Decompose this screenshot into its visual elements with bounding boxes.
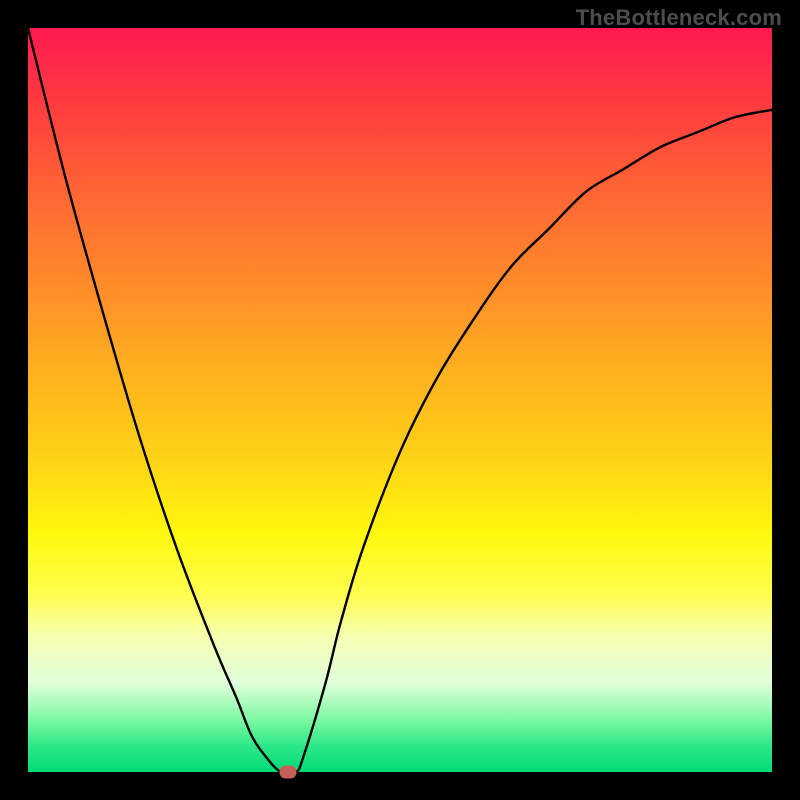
chart-frame: TheBottleneck.com [0, 0, 800, 800]
bottleneck-curve [28, 28, 772, 772]
plot-area [28, 28, 772, 772]
optimal-point-marker [280, 766, 297, 779]
curve-path [28, 28, 772, 774]
